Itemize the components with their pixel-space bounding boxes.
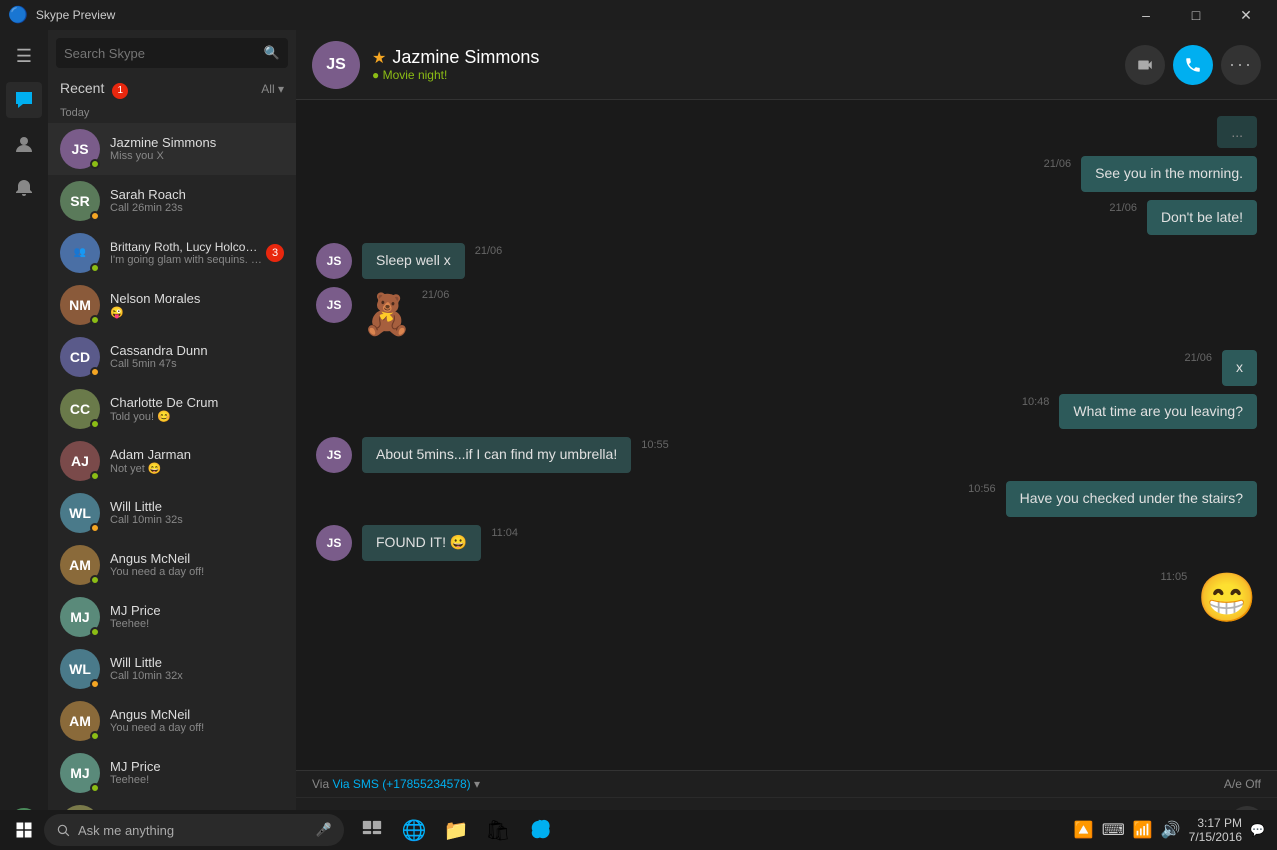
message-row: What time are you leaving? 10:48 xyxy=(316,394,1257,430)
message-bubble: Sleep well x xyxy=(362,243,465,279)
search-input[interactable] xyxy=(64,46,264,61)
list-item[interactable]: AM Angus McNeil You need a day off! xyxy=(48,539,296,591)
recent-header: Recent 1 All ▾ xyxy=(48,76,296,103)
task-view-button[interactable] xyxy=(352,810,392,850)
sms-via-label: Via Via SMS (+17855234578) ▾ xyxy=(312,777,480,791)
recent-badge: 1 xyxy=(112,83,128,99)
notification-center-icon[interactable]: 🔼 xyxy=(1074,820,1094,840)
favorite-star-icon: ★ xyxy=(372,48,386,68)
list-item[interactable]: SR Sarah Roach Call 26min 23s xyxy=(48,175,296,227)
message-time: 10:55 xyxy=(641,439,669,451)
app-icon: 🔵 xyxy=(8,5,28,25)
all-filter-button[interactable]: All ▾ xyxy=(261,82,284,96)
taskbar-apps: 🌐 📁 🛍 xyxy=(352,810,560,850)
message-time: 10:56 xyxy=(968,483,996,495)
list-item[interactable]: MJ MJ Price Teehee! xyxy=(48,747,296,799)
microphone-icon[interactable]: 🎤 xyxy=(316,822,332,838)
taskbar: Ask me anything 🎤 🌐 📁 🛍 🔼 ⌨ 📶 🔊 3:17 PM … xyxy=(0,810,1277,850)
chat-nav-icon[interactable] xyxy=(6,82,42,118)
contact-panel: 🔍 Recent 1 All ▾ Today JS Jazmine Simmon… xyxy=(48,30,296,850)
message-row: JS About 5mins...if I can find my umbrel… xyxy=(316,437,1257,473)
message-bubble: See you in the morning. xyxy=(1081,156,1257,192)
message-bubble: Have you checked under the stairs? xyxy=(1006,481,1257,517)
unread-badge: 3 xyxy=(266,244,284,262)
message-time: 11:04 xyxy=(491,527,518,539)
messages-area: ... See you in the morning. 21/06 Don't … xyxy=(296,100,1277,770)
volume-icon[interactable]: 🔊 xyxy=(1161,820,1181,840)
message-row: See you in the morning. 21/06 xyxy=(316,156,1257,192)
list-item[interactable]: AJ Adam Jarman Not yet 😄 xyxy=(48,435,296,487)
message-time: 21/06 xyxy=(422,289,450,301)
search-bar: 🔍 xyxy=(48,30,296,76)
message-emoji: 🧸 xyxy=(362,287,412,342)
contact-list: JS Jazmine Simmons Miss you X SR Sarah R… xyxy=(48,123,296,811)
message-time: 21/06 xyxy=(475,245,503,257)
message-row: JS Sleep well x 21/06 xyxy=(316,243,1257,279)
list-item[interactable]: CC Charlotte De Crum Told you! 😊 xyxy=(48,383,296,435)
chat-contact-name: Jazmine Simmons xyxy=(392,47,539,68)
call-button[interactable] xyxy=(1173,45,1213,85)
message-row: 😁 11:05 xyxy=(316,569,1257,626)
app-title: Skype Preview xyxy=(36,8,115,22)
chat-header: JS ★ Jazmine Simmons ● Movie night! xyxy=(296,30,1277,100)
maximize-button[interactable]: □ xyxy=(1173,0,1219,30)
message-bubble: Don't be late! xyxy=(1147,200,1257,236)
title-bar: 🔵 Skype Preview – □ ✕ xyxy=(0,0,1277,30)
taskbar-search-text: Ask me anything xyxy=(78,823,174,838)
network-icon[interactable]: 📶 xyxy=(1133,820,1153,840)
message-row: Don't be late! 21/06 xyxy=(316,200,1257,236)
message-time: 21/06 xyxy=(1109,202,1137,214)
more-chat-options-button[interactable]: ··· xyxy=(1221,45,1261,85)
message-emoji: 😁 xyxy=(1197,569,1257,626)
message-bubble: What time are you leaving? xyxy=(1059,394,1257,430)
message-row: JS 🧸 21/06 xyxy=(316,287,1257,342)
list-item[interactable]: CD Cassandra Dunn Call 5min 47s xyxy=(48,331,296,383)
message-row: Have you checked under the stairs? 10:56 xyxy=(316,481,1257,517)
list-item[interactable]: AM Angus McNeil You need a day off! xyxy=(48,695,296,747)
today-label: Today xyxy=(48,103,296,123)
message-row: x 21/06 xyxy=(316,350,1257,386)
list-item[interactable]: MJ MJ Price Teehee! xyxy=(48,591,296,643)
minimize-button[interactable]: – xyxy=(1123,0,1169,30)
message-time: 10:48 xyxy=(1022,396,1050,408)
message-bubble: FOUND IT! 😀 xyxy=(362,525,481,561)
search-icon: 🔍 xyxy=(264,45,280,61)
message-bubble: About 5mins...if I can find my umbrella! xyxy=(362,437,631,473)
chat-panel: JS ★ Jazmine Simmons ● Movie night! xyxy=(296,30,1277,850)
message-row: JS FOUND IT! 😀 11:04 xyxy=(316,525,1257,561)
list-item[interactable]: 👥 Brittany Roth, Lucy Holcomb, S... I'm … xyxy=(48,227,296,279)
store-icon[interactable]: 🛍 xyxy=(478,810,518,850)
edge-icon[interactable]: 🌐 xyxy=(394,810,434,850)
video-call-button[interactable] xyxy=(1125,45,1165,85)
list-item[interactable]: JS Jazmine Simmons Miss you X xyxy=(48,123,296,175)
list-item[interactable]: WL Will Little Call 10min 32x xyxy=(48,643,296,695)
taskbar-right: 🔼 ⌨ 📶 🔊 3:17 PM 7/15/2016 💬 xyxy=(1074,816,1273,844)
start-button[interactable] xyxy=(4,810,44,850)
recent-label: Recent xyxy=(60,80,104,96)
message-bubble: x xyxy=(1222,350,1257,386)
message-time: 11:05 xyxy=(1161,571,1188,583)
list-item[interactable]: NM Nelson Morales 😜 xyxy=(48,279,296,331)
list-item[interactable]: WL Will Little Call 10min 32s xyxy=(48,487,296,539)
keyboard-icon[interactable]: ⌨ xyxy=(1102,820,1125,840)
sidebar-nav: ☰ U xyxy=(0,30,48,850)
chat-contact-status: ● Movie night! xyxy=(372,68,1125,82)
skype-icon[interactable] xyxy=(520,810,560,850)
contacts-nav-icon[interactable] xyxy=(6,126,42,162)
hamburger-menu-icon[interactable]: ☰ xyxy=(6,38,42,74)
sms-number-link[interactable]: Via SMS (+17855234578) xyxy=(332,777,470,791)
close-button[interactable]: ✕ xyxy=(1223,0,1269,30)
file-explorer-icon[interactable]: 📁 xyxy=(436,810,476,850)
action-center-icon[interactable]: 💬 xyxy=(1250,823,1265,837)
list-item[interactable]: LF Lee Felts Call 26min 16s xyxy=(48,799,296,811)
sms-off-label: A/e Off xyxy=(1224,777,1261,791)
taskbar-date: 7/15/2016 xyxy=(1189,830,1242,844)
taskbar-time: 3:17 PM xyxy=(1189,816,1242,830)
message-time: 21/06 xyxy=(1044,158,1072,170)
message-time: 21/06 xyxy=(1184,352,1212,364)
taskbar-search[interactable]: Ask me anything 🎤 xyxy=(44,814,344,846)
notifications-nav-icon[interactable] xyxy=(6,170,42,206)
clock[interactable]: 3:17 PM 7/15/2016 xyxy=(1189,816,1242,844)
